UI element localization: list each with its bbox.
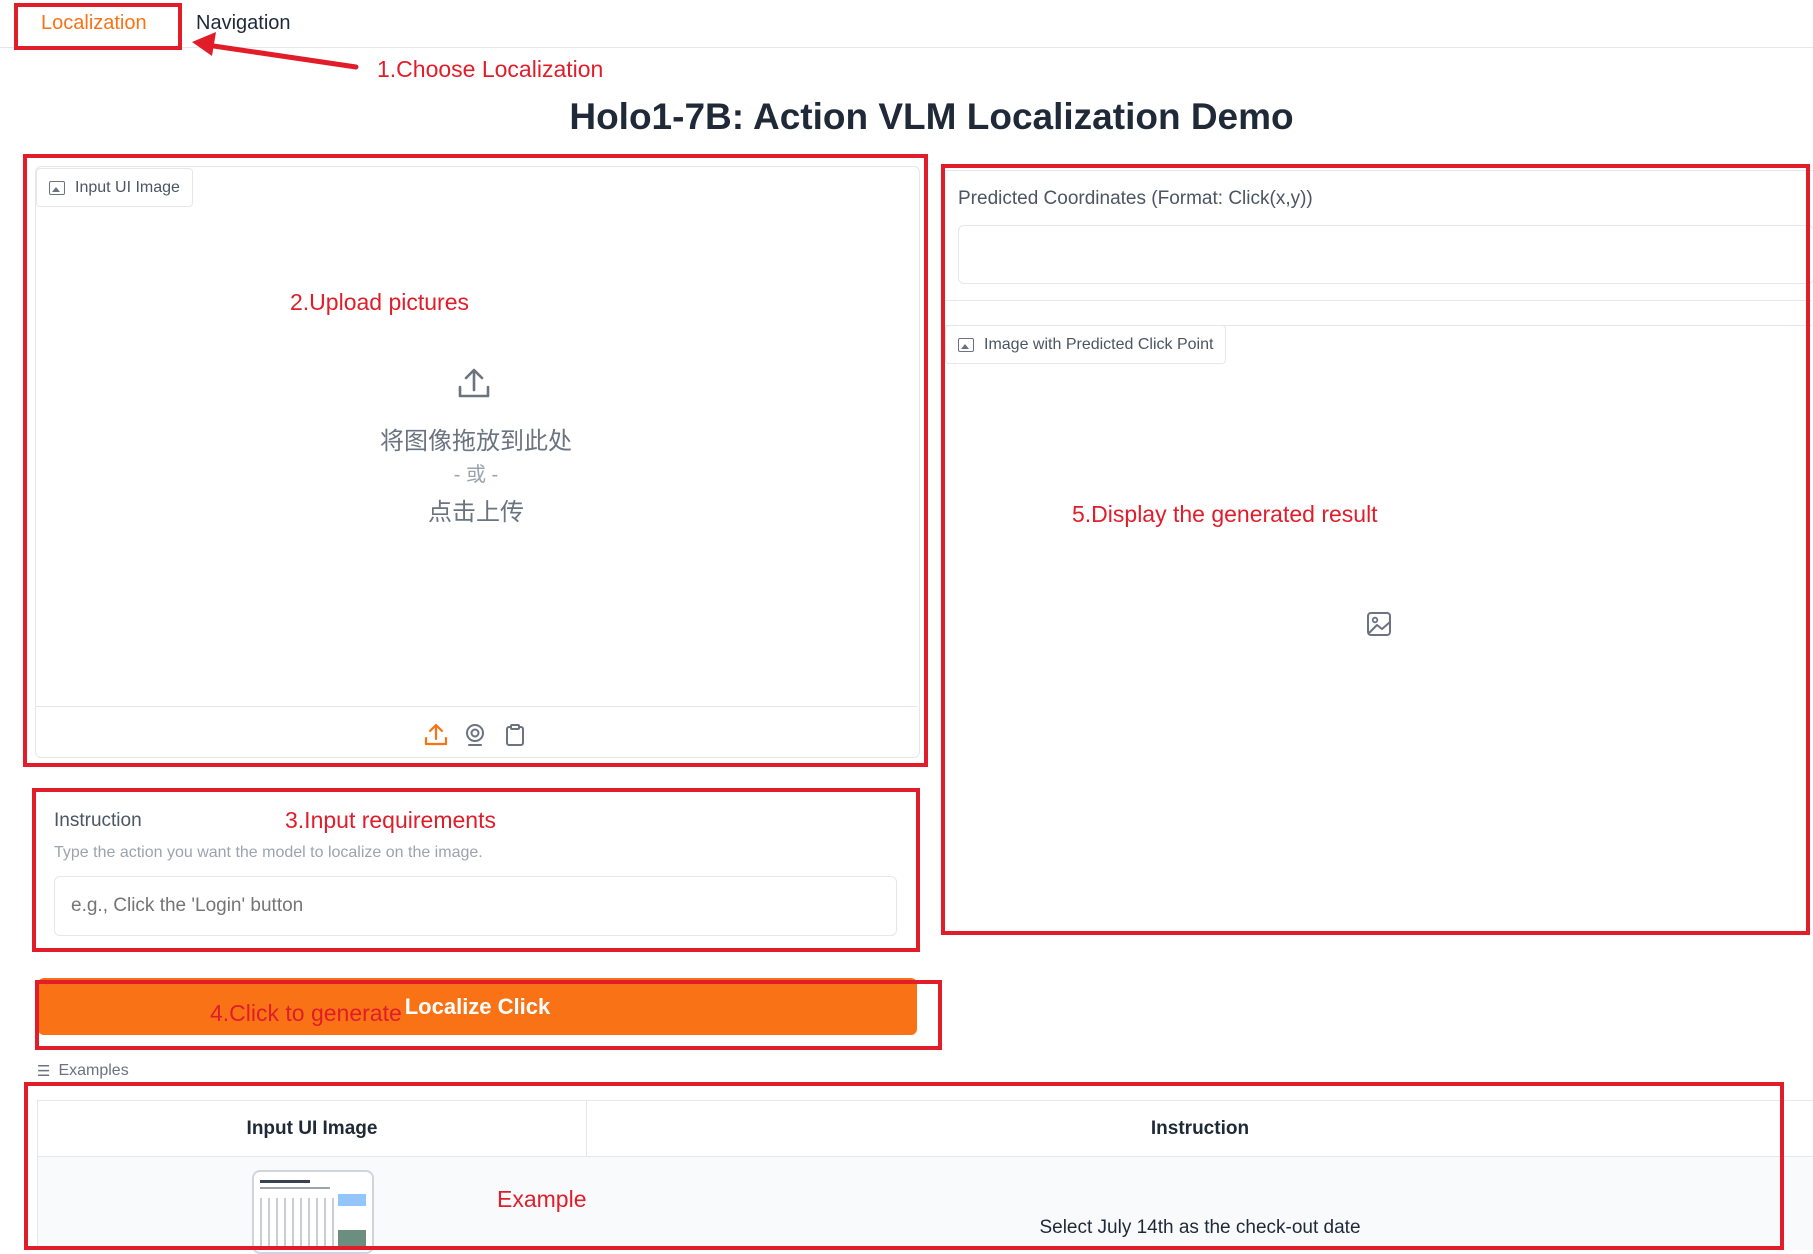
annotation-box-tab — [14, 3, 182, 50]
annotation-step3: 3.Input requirements — [285, 807, 496, 833]
annotation-box-button — [35, 980, 942, 1050]
examples-label: Examples — [58, 1062, 129, 1079]
annotation-step1: 1.Choose Localization — [377, 56, 604, 82]
annotation-example: Example — [497, 1186, 587, 1212]
annotation-arrow — [192, 32, 359, 70]
annotation-box-examples — [24, 1082, 1784, 1250]
annotation-step5: 5.Display the generated result — [1072, 501, 1378, 527]
annotation-step2: 2.Upload pictures — [290, 289, 469, 315]
examples-header: ☰ Examples — [37, 1062, 129, 1080]
page-title: Holo1-7B: Action VLM Localization Demo — [569, 96, 1294, 137]
list-icon: ☰ — [37, 1063, 51, 1080]
annotation-box-output — [941, 164, 1810, 935]
annotation-box-upload — [23, 154, 928, 767]
annotation-step4: 4.Click to generate — [210, 1000, 402, 1026]
